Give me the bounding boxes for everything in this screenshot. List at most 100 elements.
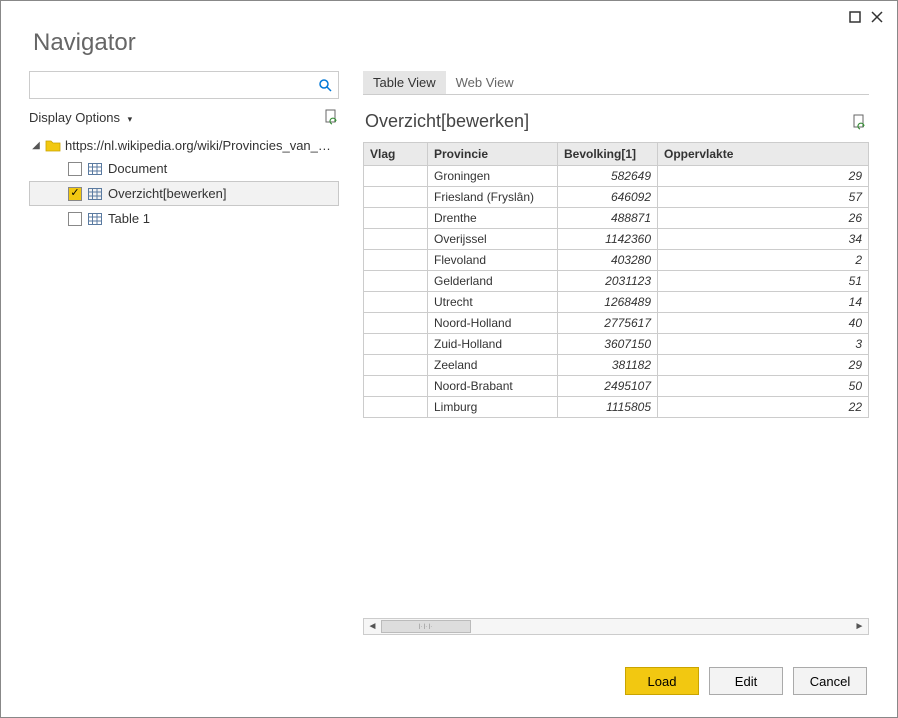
- navigator-dialog: Navigator Display Options ▾ ◢: [0, 0, 898, 718]
- cell-oppervlakte: 22: [658, 397, 869, 418]
- refresh-preview-icon[interactable]: [851, 114, 867, 130]
- cell-vlag: [364, 250, 428, 271]
- close-icon[interactable]: [871, 11, 883, 23]
- scroll-track[interactable]: ꜏꜏꜏: [381, 620, 851, 633]
- cell-oppervlakte: 29: [658, 355, 869, 376]
- table-icon: [88, 163, 102, 175]
- caret-down-icon[interactable]: ◢: [31, 140, 41, 151]
- cell-bevolking: 3607150: [558, 334, 658, 355]
- table-row[interactable]: Flevoland4032802: [364, 250, 869, 271]
- cell-bevolking: 2031123: [558, 271, 658, 292]
- cell-provincie: Zuid-Holland: [428, 334, 558, 355]
- tree-root-label: https://nl.wikipedia.org/wiki/Provincies…: [65, 138, 337, 153]
- table-row[interactable]: Drenthe48887126: [364, 208, 869, 229]
- table-row[interactable]: Limburg111580522: [364, 397, 869, 418]
- scroll-left-icon[interactable]: ◄: [364, 619, 381, 634]
- cell-provincie: Groningen: [428, 166, 558, 187]
- cell-oppervlakte: 34: [658, 229, 869, 250]
- window-titlebar: [5, 5, 893, 23]
- cell-provincie: Utrecht: [428, 292, 558, 313]
- table-row[interactable]: Groningen58264929: [364, 166, 869, 187]
- table-row[interactable]: Noord-Holland277561740: [364, 313, 869, 334]
- cell-oppervlakte: 29: [658, 166, 869, 187]
- cell-bevolking: 381182: [558, 355, 658, 376]
- preview-title: Overzicht[bewerken]: [365, 111, 529, 132]
- tree-item-label: Document: [108, 161, 167, 176]
- folder-icon: [45, 139, 61, 152]
- chevron-down-icon: ▾: [128, 114, 133, 124]
- right-panel: Table View Web View Overzicht[bewerken] …: [363, 71, 869, 641]
- edit-button[interactable]: Edit: [709, 667, 783, 695]
- table-row[interactable]: Zuid-Holland36071503: [364, 334, 869, 355]
- cell-bevolking: 403280: [558, 250, 658, 271]
- tree-root[interactable]: ◢ https://nl.wikipedia.org/wiki/Provinci…: [29, 135, 339, 156]
- left-panel: Display Options ▾ ◢ https://nl.wikipedia…: [29, 71, 339, 641]
- tab-table-view[interactable]: Table View: [363, 71, 446, 94]
- search-input[interactable]: [36, 78, 318, 93]
- cell-bevolking: 488871: [558, 208, 658, 229]
- cell-provincie: Zeeland: [428, 355, 558, 376]
- preview-table: Vlag Provincie Bevolking[1] Oppervlakte …: [363, 142, 869, 418]
- tree-item-label: Table 1: [108, 211, 150, 226]
- table-row[interactable]: Utrecht126848914: [364, 292, 869, 313]
- load-button[interactable]: Load: [625, 667, 699, 695]
- table-icon: [88, 213, 102, 225]
- display-options-label: Display Options: [29, 110, 120, 125]
- page-title: Navigator: [5, 23, 893, 71]
- cell-vlag: [364, 313, 428, 334]
- checkbox[interactable]: ✓: [68, 187, 82, 201]
- cancel-button[interactable]: Cancel: [793, 667, 867, 695]
- table-row[interactable]: Overijssel114236034: [364, 229, 869, 250]
- cell-vlag: [364, 229, 428, 250]
- table-row[interactable]: Zeeland38118229: [364, 355, 869, 376]
- cell-provincie: Limburg: [428, 397, 558, 418]
- cell-bevolking: 1268489: [558, 292, 658, 313]
- table-row[interactable]: Noord-Brabant249510750: [364, 376, 869, 397]
- cell-oppervlakte: 57: [658, 187, 869, 208]
- cell-oppervlakte: 40: [658, 313, 869, 334]
- col-header[interactable]: Vlag: [364, 143, 428, 166]
- cell-vlag: [364, 355, 428, 376]
- table-row[interactable]: Friesland (Fryslân)64609257: [364, 187, 869, 208]
- scroll-right-icon[interactable]: ►: [851, 619, 868, 634]
- col-header[interactable]: Provincie: [428, 143, 558, 166]
- col-header[interactable]: Oppervlakte: [658, 143, 869, 166]
- tab-web-view[interactable]: Web View: [446, 71, 524, 94]
- cell-provincie: Noord-Holland: [428, 313, 558, 334]
- cell-vlag: [364, 166, 428, 187]
- col-header[interactable]: Bevolking[1]: [558, 143, 658, 166]
- cell-bevolking: 1115805: [558, 397, 658, 418]
- cell-bevolking: 582649: [558, 166, 658, 187]
- tree-item[interactable]: Document: [29, 156, 339, 181]
- cell-oppervlakte: 50: [658, 376, 869, 397]
- search-icon[interactable]: [318, 78, 332, 92]
- table-row[interactable]: Gelderland203112351: [364, 271, 869, 292]
- cell-vlag: [364, 292, 428, 313]
- cell-bevolking: 2495107: [558, 376, 658, 397]
- cell-provincie: Flevoland: [428, 250, 558, 271]
- cell-oppervlakte: 51: [658, 271, 869, 292]
- refresh-icon[interactable]: [323, 109, 339, 125]
- cell-vlag: [364, 208, 428, 229]
- cell-bevolking: 646092: [558, 187, 658, 208]
- dialog-footer: Load Edit Cancel: [5, 651, 893, 713]
- cell-provincie: Friesland (Fryslân): [428, 187, 558, 208]
- cell-bevolking: 2775617: [558, 313, 658, 334]
- maximize-icon[interactable]: [849, 11, 861, 23]
- cell-oppervlakte: 26: [658, 208, 869, 229]
- table-header-row: Vlag Provincie Bevolking[1] Oppervlakte: [364, 143, 869, 166]
- cell-provincie: Drenthe: [428, 208, 558, 229]
- cell-provincie: Noord-Brabant: [428, 376, 558, 397]
- cell-oppervlakte: 14: [658, 292, 869, 313]
- table-icon: [88, 188, 102, 200]
- scroll-thumb[interactable]: ꜏꜏꜏: [381, 620, 471, 633]
- cell-oppervlakte: 3: [658, 334, 869, 355]
- search-box[interactable]: [29, 71, 339, 99]
- cell-provincie: Overijssel: [428, 229, 558, 250]
- checkbox[interactable]: [68, 162, 82, 176]
- checkbox[interactable]: [68, 212, 82, 226]
- display-options-dropdown[interactable]: Display Options ▾: [29, 110, 132, 125]
- horizontal-scrollbar[interactable]: ◄ ꜏꜏꜏ ►: [363, 618, 869, 635]
- tree-item[interactable]: ✓Overzicht[bewerken]: [29, 181, 339, 206]
- tree-item[interactable]: Table 1: [29, 206, 339, 231]
